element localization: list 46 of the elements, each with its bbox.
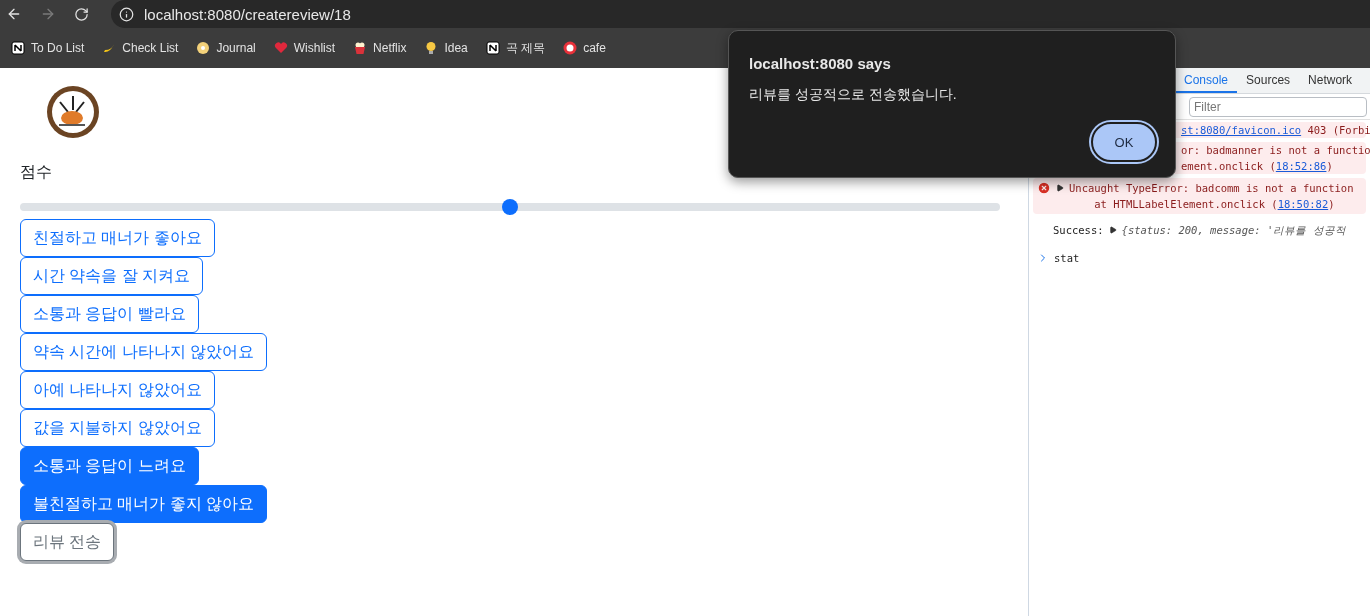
- tag-button[interactable]: 불친절하고 매너가 좋지 않아요: [20, 485, 268, 523]
- bookmark[interactable]: Idea: [417, 41, 475, 55]
- bookmark[interactable]: Check List: [95, 41, 186, 55]
- address-bar[interactable]: localhost:8080/createreview/18: [144, 5, 351, 23]
- devtools-tab[interactable]: Network: [1299, 68, 1362, 93]
- expand-icon[interactable]: [1056, 184, 1064, 192]
- console-object-text: {status: 200, message: '리뷰를 성공적: [1121, 223, 1346, 238]
- console-input-text[interactable]: stat: [1054, 250, 1080, 266]
- dialog-message: 리뷰를 성공적으로 전송했습니다.: [749, 86, 958, 104]
- console-error-text: or: badmanner is not a functio ement.onclick (18:52:86): [1181, 143, 1370, 174]
- bookmark[interactable]: Journal: [189, 41, 263, 55]
- filter-field[interactable]: Filter: [1189, 96, 1367, 117]
- bookmark[interactable]: 곡 제목: [478, 39, 553, 57]
- submit-button[interactable]: 리뷰 전송: [20, 523, 115, 561]
- heart-icon: [273, 41, 288, 55]
- error-icon: [1037, 181, 1051, 195]
- popcorn-icon: [353, 41, 368, 55]
- cafe-icon: [563, 41, 578, 55]
- tag-button[interactable]: 친절하고 매너가 좋아요: [20, 219, 215, 257]
- console-error-text: st:8080/favicon.ico 403 (Forbi: [1181, 123, 1370, 138]
- tag-button[interactable]: 소통과 응답이 빨라요: [20, 295, 199, 333]
- slider-thumb[interactable]: [502, 199, 518, 215]
- score-label: 점수: [20, 162, 52, 182]
- tag-button[interactable]: 약속 시간에 나타나지 않았어요: [20, 333, 268, 371]
- bookmark[interactable]: Wishlist: [266, 41, 343, 55]
- notion-icon: [11, 41, 25, 55]
- bookmark[interactable]: To Do List: [4, 41, 92, 55]
- forward-icon[interactable]: [40, 6, 56, 22]
- expand-icon[interactable]: [1108, 226, 1117, 234]
- tag-button[interactable]: 값을 지불하지 않았어요: [20, 409, 215, 447]
- bookmark[interactable]: cafe: [556, 41, 613, 55]
- devtools-tab[interactable]: Sources: [1237, 68, 1300, 93]
- ok-button[interactable]: OK: [1091, 122, 1157, 162]
- reload-icon[interactable]: [74, 6, 89, 22]
- tag-button[interactable]: 아예 나타나지 않았어요: [20, 371, 215, 409]
- disc-icon: [196, 41, 211, 55]
- dialog-title: localhost:8080 says: [749, 55, 892, 72]
- logo-icon: [45, 84, 101, 140]
- console-error-text: Uncaught TypeError: badcomm is not a function at HTMLLabelElement.onclick (18:50:82): [1069, 181, 1354, 212]
- tag-button[interactable]: 시간 약속을 잘 지켜요: [20, 257, 204, 295]
- tag-button[interactable]: 소통과 응답이 느려요: [20, 447, 199, 485]
- notion-icon: [485, 41, 500, 55]
- back-icon[interactable]: [6, 6, 22, 22]
- console-log-label: Success:: [1053, 223, 1104, 238]
- info-icon[interactable]: [119, 6, 134, 22]
- bookmark[interactable]: Netflix: [346, 41, 414, 55]
